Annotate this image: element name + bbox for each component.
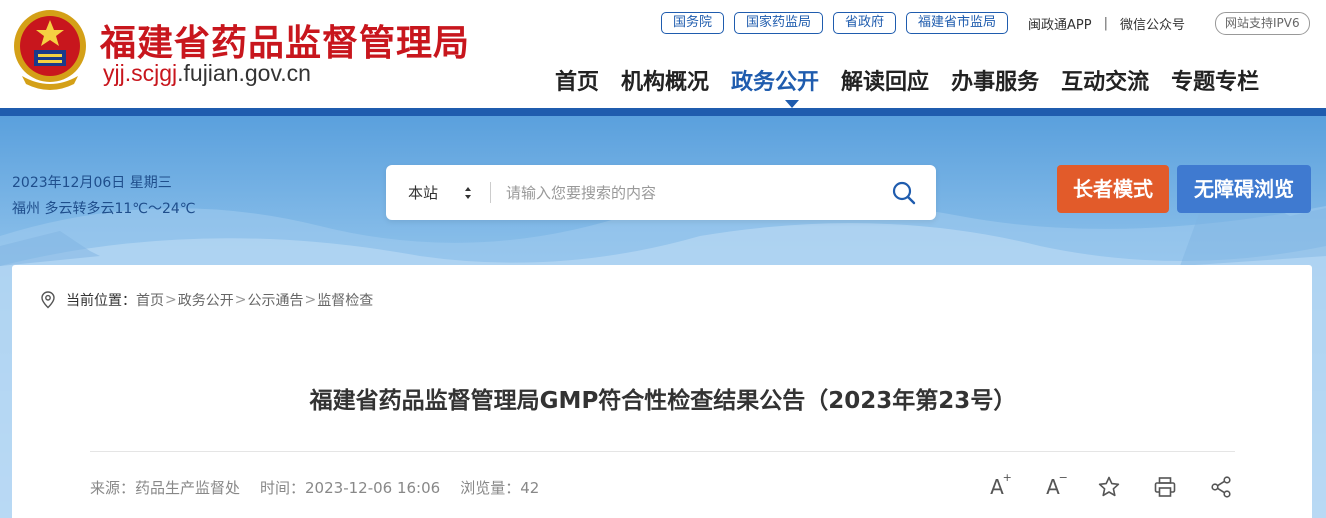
font-larger-mark: + xyxy=(1002,471,1012,484)
breadcrumb-prefix: 当前位置： xyxy=(66,293,136,309)
nav-government-affairs[interactable]: 政务公开 xyxy=(731,64,819,96)
article-time: 时间：2023-12-06 16:06 xyxy=(260,479,441,497)
site-domain: yjj.scjgj.fujian.gov.cn xyxy=(103,60,311,87)
font-smaller-icon: A − xyxy=(1046,471,1068,499)
accessibility-button[interactable]: 无障碍浏览 xyxy=(1177,165,1311,213)
nav-services[interactable]: 办事服务 xyxy=(951,64,1039,96)
search-icon[interactable] xyxy=(891,180,917,206)
wechat-link[interactable]: 微信公众号 xyxy=(1120,14,1185,33)
header-blue-bar xyxy=(0,108,1326,116)
font-smaller-button[interactable]: A − xyxy=(1040,471,1068,500)
toplink-fujian-samr[interactable]: 福建省市监局 xyxy=(905,12,1008,34)
star-icon xyxy=(1098,476,1120,497)
site-header: 福建省药品监督管理局 yjj.scjgj.fujian.gov.cn 国务院 国… xyxy=(0,0,1326,108)
article-tools: A + A − xyxy=(984,471,1234,500)
app-link[interactable]: 闽政通APP xyxy=(1028,14,1092,33)
top-links: 国务院 国家药监局 省政府 福建省市监局 xyxy=(660,12,1008,34)
search-scope-select[interactable]: 本站 xyxy=(408,182,438,203)
share-button[interactable] xyxy=(1208,474,1234,500)
font-larger-icon: A + xyxy=(990,471,1012,499)
nav-topics[interactable]: 专题专栏 xyxy=(1171,64,1259,96)
share-icon xyxy=(1211,476,1231,498)
domain-rest: .fujian.gov.cn xyxy=(177,60,311,86)
breadcrumb-home[interactable]: 首页 xyxy=(136,290,164,310)
sort-arrows-icon[interactable] xyxy=(464,185,472,201)
article-source: 来源：药品生产监督处 xyxy=(90,479,241,497)
search-divider xyxy=(490,182,491,203)
title-divider xyxy=(90,451,1235,452)
current-date: 2023年12月06日 星期三 xyxy=(12,175,172,191)
favorite-button[interactable] xyxy=(1096,474,1122,500)
nav-interpretation[interactable]: 解读回应 xyxy=(841,64,929,96)
search-input[interactable] xyxy=(506,179,866,207)
ipv6-badge: 网站支持IPV6 xyxy=(1215,12,1310,35)
breadcrumb-inspection[interactable]: 监督检查 xyxy=(317,290,373,310)
top-meta: 闽政通APP | 微信公众号 xyxy=(1028,14,1185,33)
nav-home[interactable]: 首页 xyxy=(555,64,599,96)
font-smaller-mark: − xyxy=(1058,471,1068,484)
nav-organization[interactable]: 机构概况 xyxy=(621,64,709,96)
main-nav: 首页 机构概况 政务公开 解读回应 办事服务 互动交流 专题专栏 xyxy=(555,64,1259,96)
meta-separator: | xyxy=(1103,16,1108,31)
nav-interaction[interactable]: 互动交流 xyxy=(1061,64,1149,96)
breadcrumb-separator: > xyxy=(165,292,177,308)
domain-highlight: yjj.scjgj xyxy=(103,60,178,86)
toplink-nmpa[interactable]: 国家药监局 xyxy=(733,12,823,34)
elder-mode-button[interactable]: 长者模式 xyxy=(1057,165,1169,213)
site-title[interactable]: 福建省药品监督管理局 xyxy=(100,14,470,66)
nav-active-pointer xyxy=(785,100,799,108)
print-button[interactable] xyxy=(1152,474,1178,500)
date-weather: 2023年12月06日 星期三 福州 多云转多云11℃～24℃ xyxy=(12,170,196,222)
toplink-province-gov[interactable]: 省政府 xyxy=(832,12,896,34)
search-box: 本站 xyxy=(386,165,936,220)
breadcrumb-separator: > xyxy=(304,292,317,308)
article-views: 浏览量：42 xyxy=(460,479,540,497)
font-larger-button[interactable]: A + xyxy=(984,471,1012,500)
breadcrumb-government-affairs[interactable]: 政务公开 xyxy=(178,290,234,310)
toplink-state-council[interactable]: 国务院 xyxy=(660,12,724,34)
breadcrumb-separator: > xyxy=(234,292,247,308)
breadcrumb-notices[interactable]: 公示通告 xyxy=(247,290,303,310)
weather-info: 福州 多云转多云11℃～24℃ xyxy=(12,201,196,217)
location-pin-icon xyxy=(41,291,55,309)
print-icon xyxy=(1154,477,1176,497)
article-meta: 来源：药品生产监督处 时间：2023-12-06 16:06 浏览量：42 xyxy=(90,477,559,498)
emblem-icon[interactable] xyxy=(10,6,90,90)
article-title: 福建省药品监督管理局GMP符合性检查结果公告（2023年第23号） xyxy=(309,388,1017,414)
breadcrumb: 当前位置： 首页 > 政务公开 > 公示通告 > 监督检查 xyxy=(40,290,373,310)
